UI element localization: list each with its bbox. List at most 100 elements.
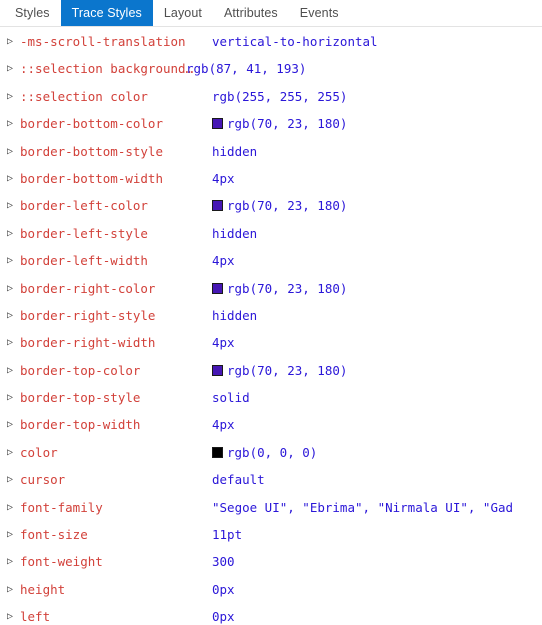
property-value-text: rgb(70, 23, 180)	[227, 116, 348, 132]
property-value[interactable]: hidden	[212, 302, 257, 329]
property-value[interactable]: 11pt	[212, 521, 242, 548]
property-name: border-left-style	[20, 225, 148, 241]
trace-styles-property-list[interactable]: ▷ -ms-scroll-translation vertical-to-horiz…	[0, 28, 542, 625]
expand-triangle-icon[interactable]: ▷	[7, 411, 17, 438]
tab-layout[interactable]: Layout	[153, 0, 213, 26]
devtools-tab-bar: Styles Trace Styles Layout Attributes Events	[0, 0, 542, 27]
property-row[interactable]: ▷ border-right-width 4px	[0, 329, 542, 356]
property-name: font-weight	[20, 554, 103, 570]
color-swatch-icon[interactable]	[212, 118, 223, 130]
property-value-text: rgb(0, 0, 0)	[227, 444, 318, 460]
property-value[interactable]: rgb(70, 23, 180)	[212, 275, 347, 302]
property-name: border-right-color	[20, 280, 156, 296]
property-value[interactable]: 300	[212, 548, 235, 575]
expand-triangle-icon[interactable]: ▷	[7, 357, 17, 384]
expand-triangle-icon[interactable]: ▷	[7, 384, 17, 411]
property-value-text: rgb(70, 23, 180)	[227, 362, 348, 378]
expand-triangle-icon[interactable]: ▷	[7, 165, 17, 192]
expand-triangle-icon[interactable]: ▷	[7, 576, 17, 603]
property-value[interactable]: 4px	[212, 165, 235, 192]
property-row[interactable]: ▷ height 0px	[0, 576, 542, 603]
property-value[interactable]: rgb(70, 23, 180)	[212, 357, 347, 384]
property-name: border-left-color	[20, 198, 148, 214]
property-value[interactable]: 4px	[212, 247, 235, 274]
property-row[interactable]: ▷ border-top-color rgb(70, 23, 180)	[0, 357, 542, 384]
property-row[interactable]: ▷ font-weight 300	[0, 548, 542, 575]
property-row[interactable]: ▷ border-left-color rgb(70, 23, 180)	[0, 192, 542, 219]
color-swatch-icon[interactable]	[212, 446, 223, 458]
property-name: border-bottom-color	[20, 116, 163, 132]
property-name: border-bottom-width	[20, 170, 163, 186]
property-value[interactable]: rgb(255, 255, 255)	[212, 83, 347, 110]
property-row[interactable]: ▷ cursor default	[0, 466, 542, 493]
expand-triangle-icon[interactable]: ▷	[7, 466, 17, 493]
property-value-text: rgb(70, 23, 180)	[227, 280, 348, 296]
property-name: border-top-color	[20, 362, 141, 378]
expand-triangle-icon[interactable]: ▷	[7, 603, 17, 625]
expand-triangle-icon[interactable]: ▷	[7, 302, 17, 329]
property-name: left	[20, 609, 51, 625]
property-row[interactable]: ▷ -ms-scroll-translation vertical-to-horiz…	[0, 28, 542, 55]
property-row[interactable]: ▷::selection background… rgb(87, 41, 193)	[0, 55, 542, 82]
property-row[interactable]: ▷ left 0px	[0, 603, 542, 625]
expand-triangle-icon[interactable]: ▷	[7, 247, 17, 274]
expand-triangle-icon[interactable]: ▷	[7, 494, 17, 521]
property-value[interactable]: solid	[212, 384, 250, 411]
property-row[interactable]: ▷ border-right-style hidden	[0, 302, 542, 329]
property-value[interactable]: hidden	[212, 220, 257, 247]
property-value[interactable]: hidden	[212, 138, 257, 165]
property-row[interactable]: ▷ border-bottom-width 4px	[0, 165, 542, 192]
property-row[interactable]: ▷ border-top-width 4px	[0, 411, 542, 438]
property-value[interactable]: rgb(70, 23, 180)	[212, 192, 347, 219]
color-swatch-icon[interactable]	[212, 364, 223, 376]
property-name: border-right-style	[20, 307, 156, 323]
property-name: border-left-width	[20, 253, 148, 269]
tab-styles[interactable]: Styles	[4, 0, 61, 26]
property-value[interactable]: 4px	[212, 329, 235, 356]
property-row[interactable]: ▷ border-top-style solid	[0, 384, 542, 411]
property-value[interactable]: 0px	[212, 603, 235, 625]
expand-triangle-icon[interactable]: ▷	[7, 275, 17, 302]
expand-triangle-icon[interactable]: ▷	[7, 548, 17, 575]
property-row[interactable]: ▷ border-left-style hidden	[0, 220, 542, 247]
property-value[interactable]: 4px	[212, 411, 235, 438]
property-row[interactable]: ▷ border-right-color rgb(70, 23, 180)	[0, 275, 542, 302]
property-row[interactable]: ▷ border-bottom-style hidden	[0, 138, 542, 165]
expand-triangle-icon[interactable]: ▷	[7, 138, 17, 165]
property-value[interactable]: vertical-to-horizontal	[212, 28, 378, 55]
expand-triangle-icon[interactable]: ▷	[7, 220, 17, 247]
expand-triangle-icon[interactable]: ▷	[7, 28, 17, 55]
property-name: color	[20, 444, 58, 460]
property-name: border-bottom-style	[20, 143, 163, 159]
tab-events[interactable]: Events	[289, 0, 350, 26]
tab-trace-styles[interactable]: Trace Styles	[60, 0, 153, 26]
property-row[interactable]: ▷ border-left-width 4px	[0, 247, 542, 274]
expand-triangle-icon[interactable]: ▷	[7, 110, 17, 137]
color-swatch-icon[interactable]	[212, 200, 223, 212]
property-value[interactable]: "Segoe UI", "Ebrima", "Nirmala UI", "Gad	[212, 494, 513, 521]
property-value[interactable]: default	[212, 466, 265, 493]
expand-triangle-icon[interactable]: ▷	[7, 521, 17, 548]
property-value[interactable]: rgb(0, 0, 0)	[212, 439, 317, 466]
property-value[interactable]: rgb(87, 41, 193)	[186, 55, 306, 82]
color-swatch-icon[interactable]	[212, 282, 223, 294]
property-value[interactable]: 0px	[212, 576, 235, 603]
tab-attributes[interactable]: Attributes	[213, 0, 289, 26]
property-name: font-family	[20, 499, 103, 515]
expand-triangle-icon[interactable]: ▷	[7, 439, 17, 466]
expand-triangle-icon[interactable]: ▷	[7, 83, 17, 110]
expand-triangle-icon[interactable]: ▷	[7, 192, 17, 219]
expand-triangle-icon[interactable]: ▷	[7, 329, 17, 356]
property-row[interactable]: ▷ color rgb(0, 0, 0)	[0, 439, 542, 466]
property-name: height	[20, 581, 66, 597]
property-row[interactable]: ▷::selection color rgb(255, 255, 255)	[0, 83, 542, 110]
property-row[interactable]: ▷ font-size 11pt	[0, 521, 542, 548]
property-row[interactable]: ▷ border-bottom-color rgb(70, 23, 180)	[0, 110, 542, 137]
property-name: border-top-width	[20, 417, 141, 433]
property-row[interactable]: ▷ font-family "Segoe UI", "Ebrima", "Nirma…	[0, 494, 542, 521]
property-name: cursor	[20, 472, 66, 488]
property-name: border-right-width	[20, 335, 156, 351]
expand-triangle-icon[interactable]: ▷	[7, 55, 17, 82]
property-value[interactable]: rgb(70, 23, 180)	[212, 110, 347, 137]
property-name: ::selection color	[20, 88, 148, 104]
